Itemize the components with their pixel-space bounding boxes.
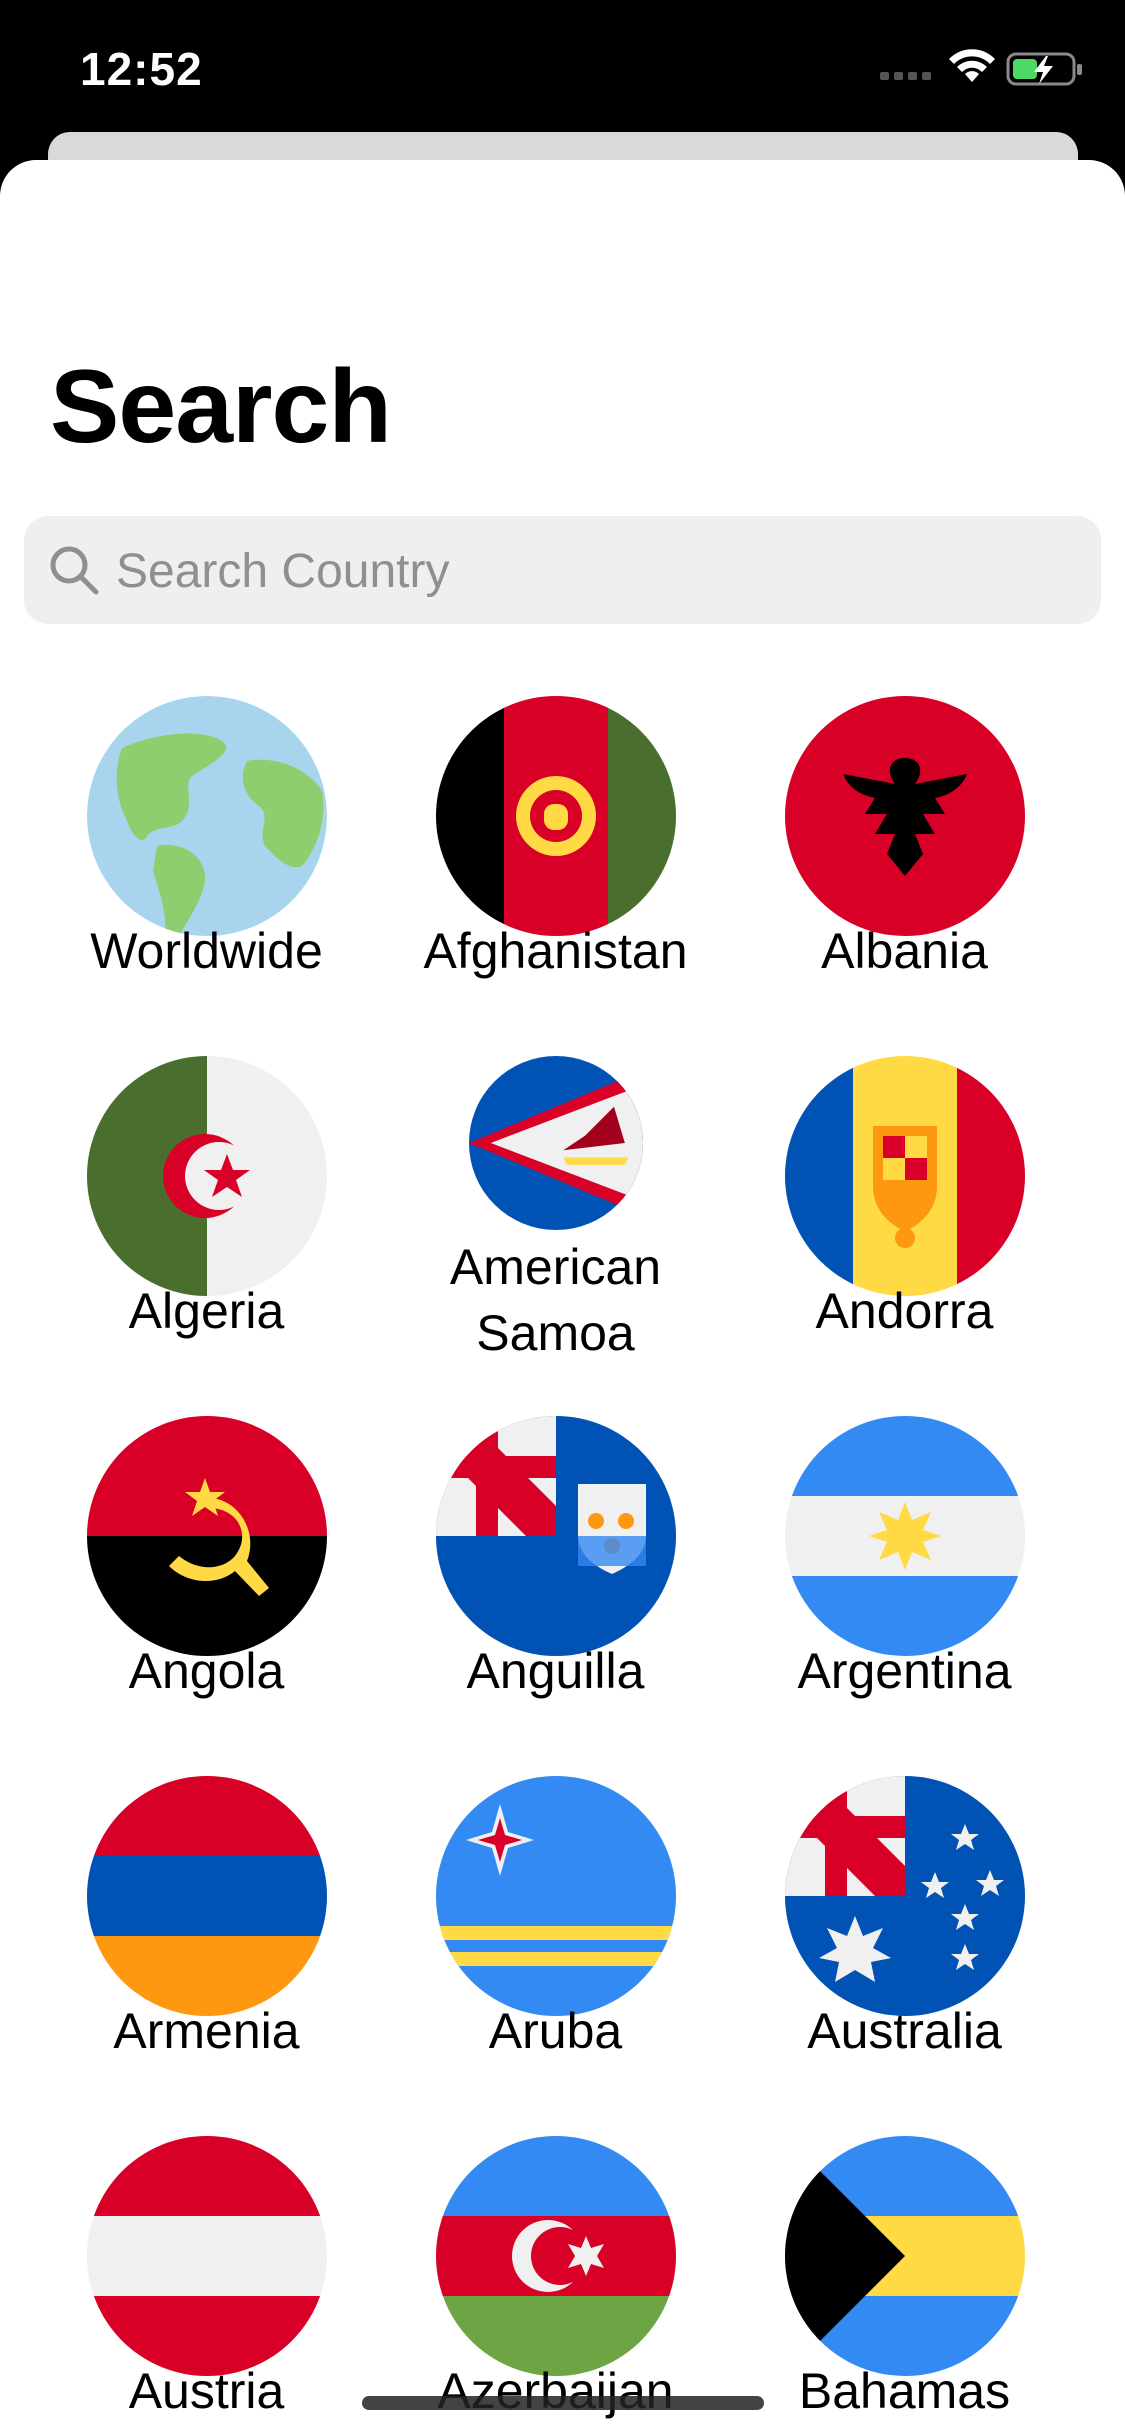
angola-flag-icon: [87, 1416, 327, 1656]
argentina-flag-icon: [785, 1416, 1025, 1656]
country-name: Armenia: [113, 2003, 300, 2059]
country-name: Worldwide: [90, 923, 323, 979]
bahamas-flag-icon: [785, 2136, 1025, 2376]
aruba-flag-icon: [436, 1776, 676, 2016]
globe-icon: [87, 696, 327, 936]
austria-flag-icon: [87, 2136, 327, 2376]
azerbaijan-flag-icon: [436, 2136, 676, 2376]
search-icon: [50, 546, 99, 595]
search-input[interactable]: [114, 530, 1078, 612]
status-bar: 12:52: [0, 0, 1125, 140]
country-name: Afghanistan: [423, 923, 688, 979]
country-name: Algeria: [128, 1283, 285, 1339]
country-name: Aruba: [488, 2003, 623, 2059]
wifi-icon: [949, 49, 995, 82]
country-name: Azerbaijan: [437, 2363, 674, 2419]
country-name: Anguilla: [466, 1643, 645, 1699]
cellular-signal-icon: [880, 72, 931, 80]
country-name: Austria: [128, 2363, 285, 2419]
search-bar[interactable]: [24, 516, 1101, 624]
afghanistan-flag-icon: [436, 696, 676, 936]
anguilla-flag-icon: [436, 1416, 676, 1656]
home-indicator[interactable]: [362, 2396, 764, 2410]
country-name: Albania: [821, 923, 988, 979]
battery-charging-icon: [1006, 52, 1082, 86]
armenia-flag-icon: [87, 1776, 327, 2016]
algeria-flag-icon: [87, 1056, 327, 1296]
country-name: Australia: [807, 2003, 1002, 2059]
andorra-flag-icon: [785, 1056, 1025, 1296]
american-samoa-flag-icon: [469, 1056, 643, 1230]
australia-flag-icon: [785, 1776, 1025, 2016]
status-time: 12:52: [80, 43, 203, 95]
country-name: Andorra: [815, 1283, 994, 1339]
country-name: Argentina: [797, 1643, 1012, 1699]
country-name: Bahamas: [798, 2363, 1011, 2419]
country-name: Angola: [128, 1643, 285, 1699]
search-sheet: Search Worldwide: [0, 160, 1125, 2436]
page-title: Search: [50, 349, 392, 465]
albania-flag-icon: [785, 696, 1025, 936]
country-name: American Samoa: [449, 1239, 662, 1361]
